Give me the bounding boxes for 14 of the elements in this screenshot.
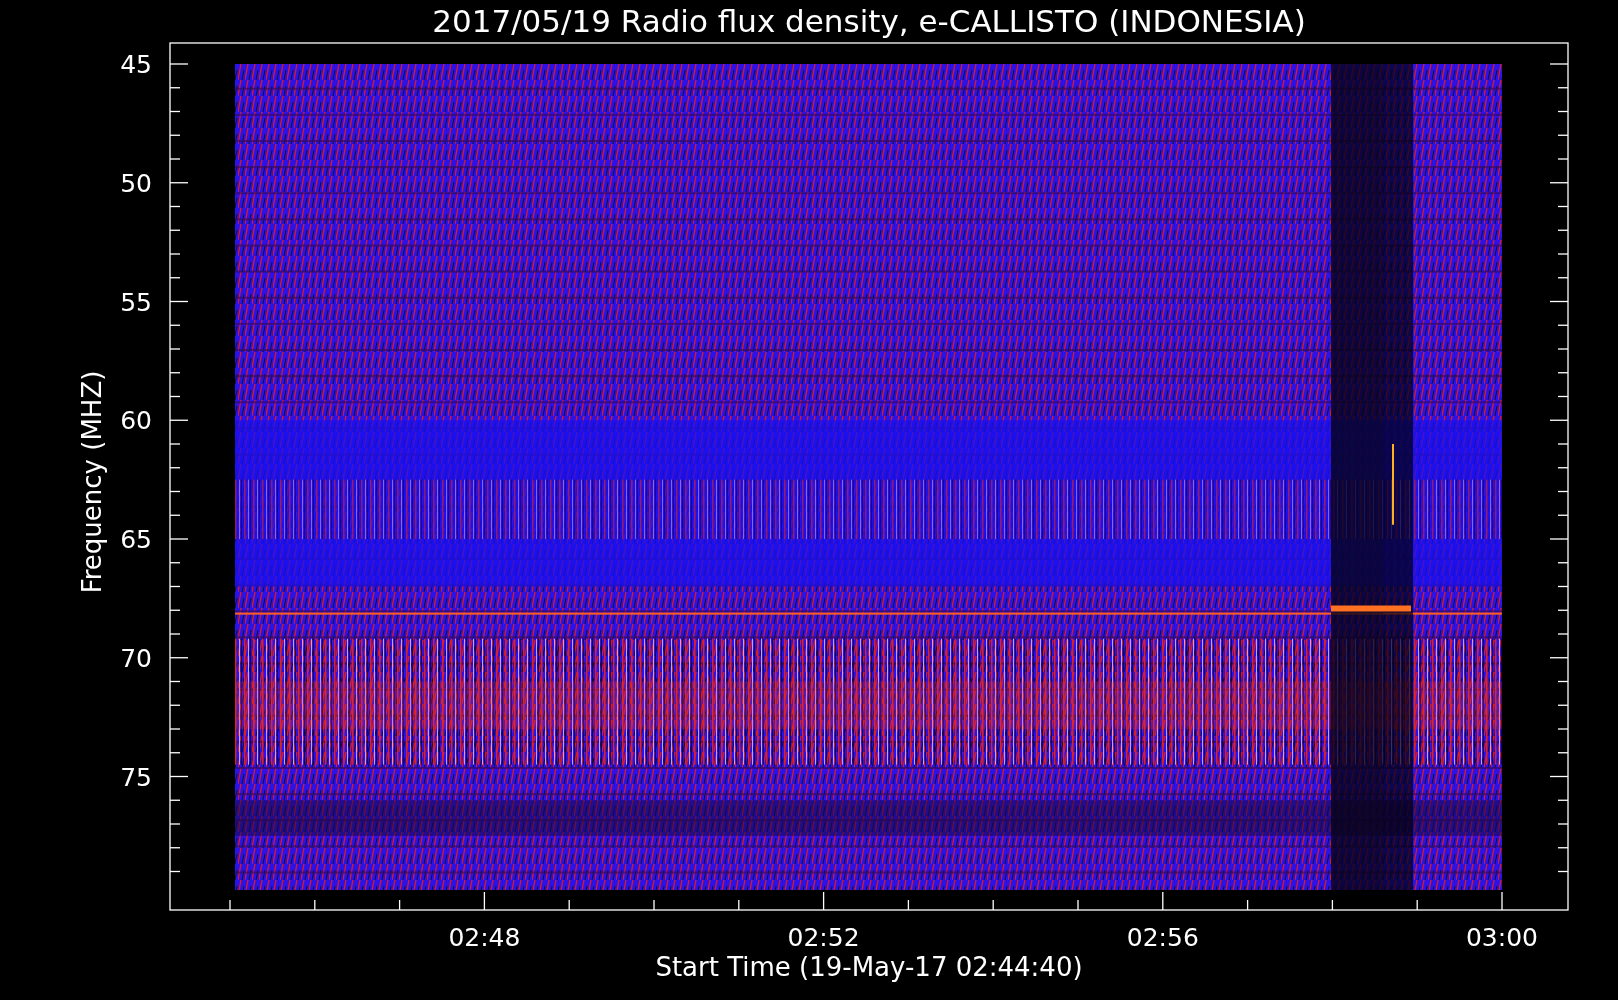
tick-label: 50 xyxy=(120,168,152,198)
tick-label: 60 xyxy=(120,406,152,436)
tick-label: 65 xyxy=(120,525,152,554)
tick-label: 02:52 xyxy=(787,923,860,952)
tick-label: 45 xyxy=(120,50,152,79)
tick-label: 70 xyxy=(120,643,152,673)
tick-label: 02:48 xyxy=(448,923,521,952)
tick-label: 55 xyxy=(120,287,152,317)
tick-label: 75 xyxy=(120,762,152,792)
tick-label: 02:56 xyxy=(1126,923,1199,952)
axis-label: Start Time (19-May-17 02:44:40) xyxy=(655,952,1083,982)
chart-title: 2017/05/19 Radio flux density, e-CALLISTO (INDONESIA) xyxy=(432,3,1306,39)
tick-label: 03:00 xyxy=(1466,923,1538,952)
axis-label: Frequency (MHZ) xyxy=(77,370,107,594)
